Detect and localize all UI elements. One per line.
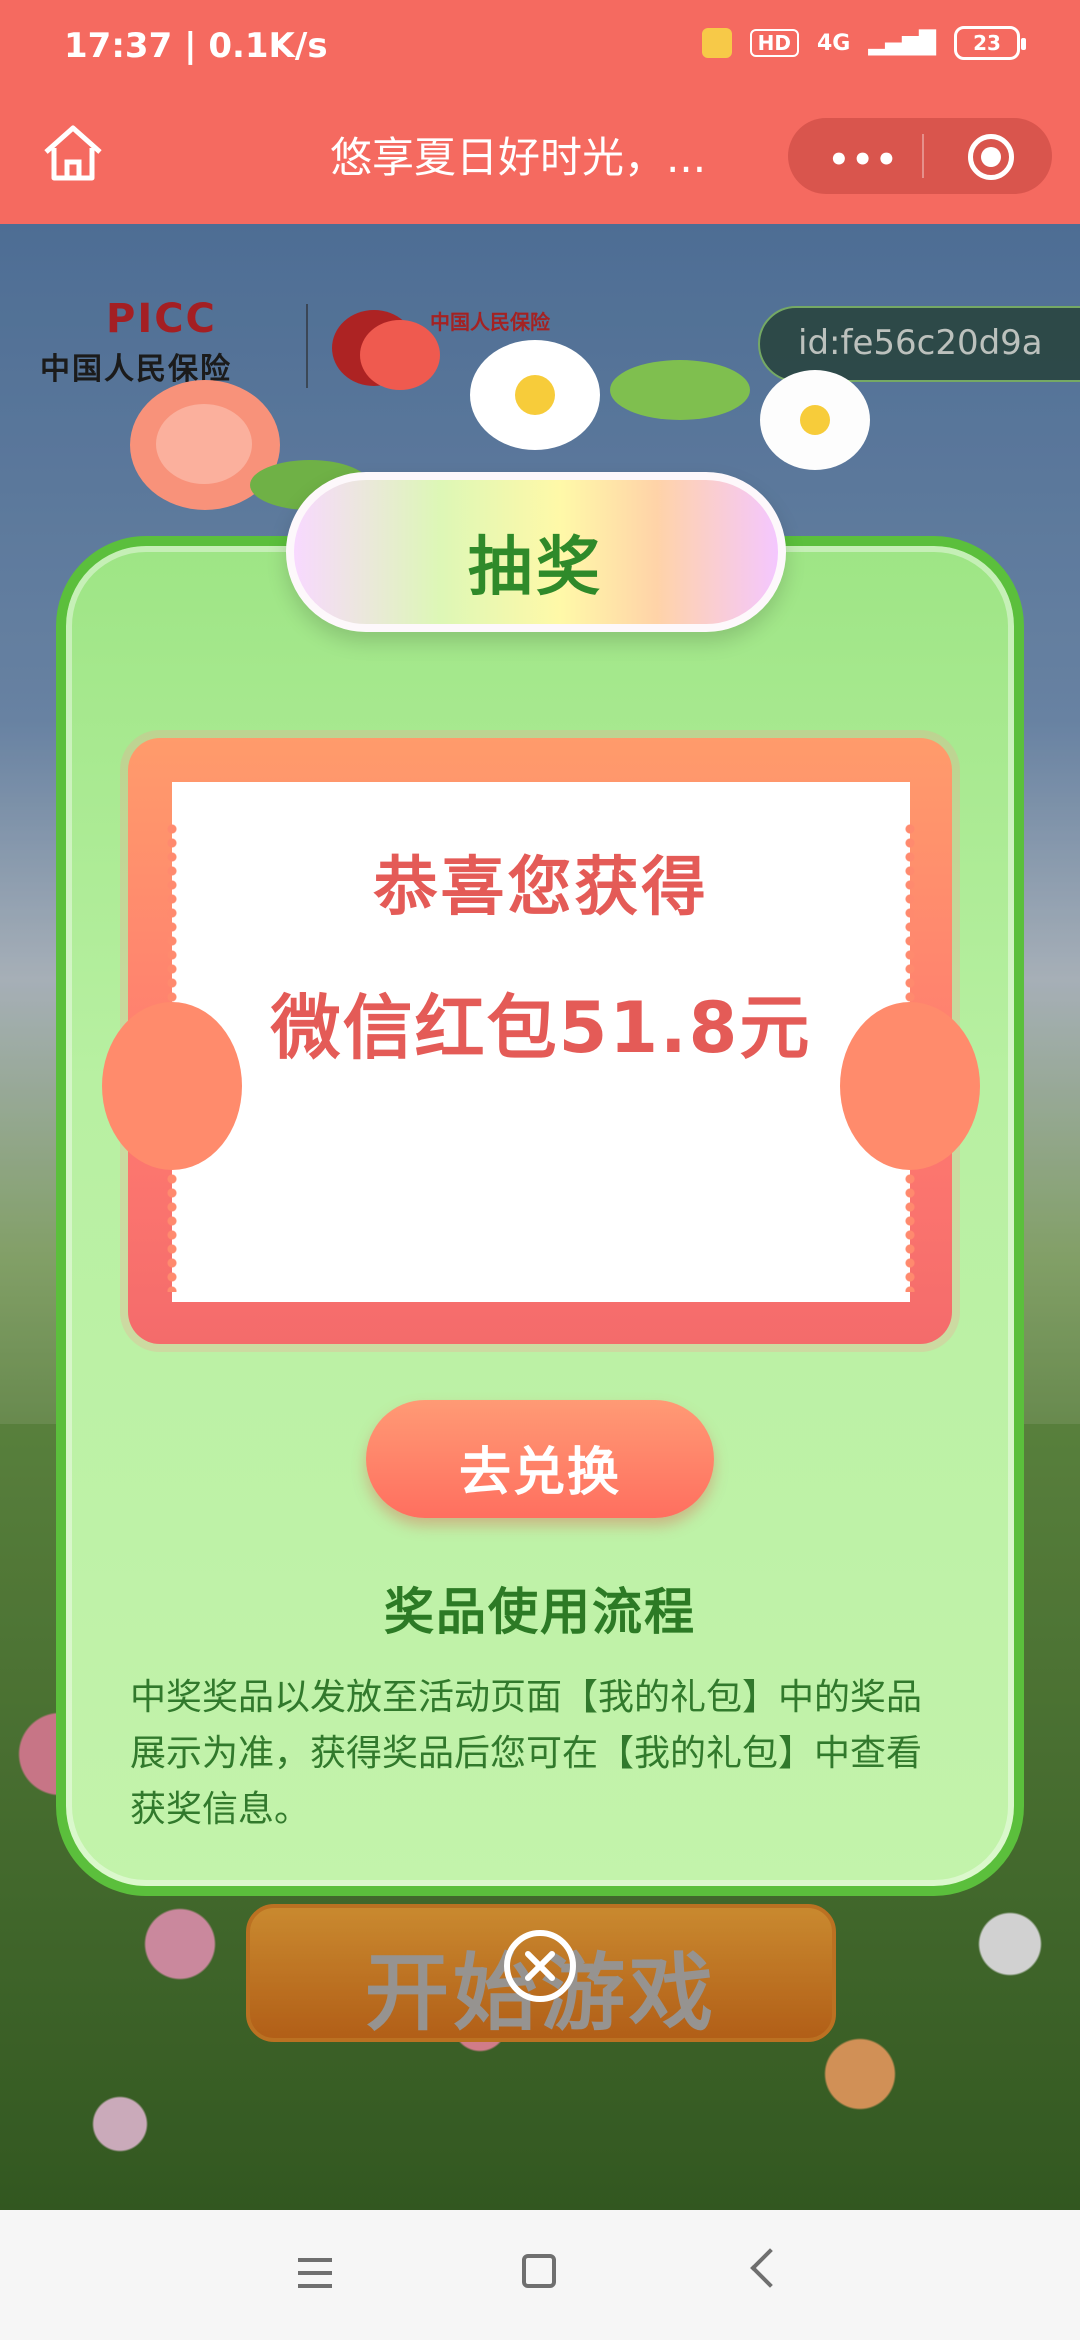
battery-icon: 23 [954, 26, 1026, 60]
lottery-header: 抽奖 [468, 531, 604, 605]
hd-badge: HD [749, 29, 799, 57]
status-time: 17:37 | 0.1K/s [64, 26, 328, 66]
status-bar: 17:37 | 0.1K/s HD 4G ▂▄▆█ 23 [0, 0, 1080, 100]
system-nav-bar [0, 2210, 1080, 2340]
more-icon[interactable]: ••• [828, 140, 899, 180]
menu-icon[interactable] [298, 2258, 332, 2288]
status-icons: HD 4G ▂▄▆█ 23 [701, 26, 1026, 60]
close-miniprogram-icon[interactable] [968, 134, 1014, 180]
ticket-paper: 恭喜您获得 微信红包51.8元 [102, 782, 980, 1302]
back-icon[interactable] [750, 2248, 790, 2288]
network-type: 4G [816, 30, 851, 56]
page-title: 悠享夏日好时光，... [330, 133, 707, 182]
process-description: 中奖奖品以发放至活动页面【我的礼包】中的奖品展示为准，获得奖品后您可在【我的礼包… [130, 1677, 923, 1830]
notification-icon [701, 28, 732, 58]
lottery-header-pill: 抽奖 [286, 472, 786, 632]
redeem-label: 去兑换 [458, 1443, 621, 1503]
home-icon[interactable] [40, 120, 106, 186]
close-modal-icon[interactable] [504, 1930, 576, 2002]
battery-level: 23 [973, 31, 1001, 55]
redeem-button[interactable]: 去兑换 [366, 1400, 714, 1518]
home-square-icon[interactable] [522, 2254, 556, 2288]
congrats-text: 恭喜您获得 [373, 851, 709, 925]
mini-program-capsule: ••• [788, 118, 1052, 194]
prize-text: 微信红包51.8元 [270, 987, 812, 1069]
signal-icon: ▂▄▆█ [868, 30, 936, 56]
process-title: 奖品使用流程 [384, 1583, 696, 1641]
app-header: 17:37 | 0.1K/s HD 4G ▂▄▆█ 23 悠享夏日好时光，...… [0, 0, 1080, 224]
capsule-divider [922, 134, 924, 178]
nav-bar: 悠享夏日好时光，... ••• [0, 100, 1080, 224]
prize-ticket: 恭喜您获得 微信红包51.8元 [102, 738, 980, 1344]
